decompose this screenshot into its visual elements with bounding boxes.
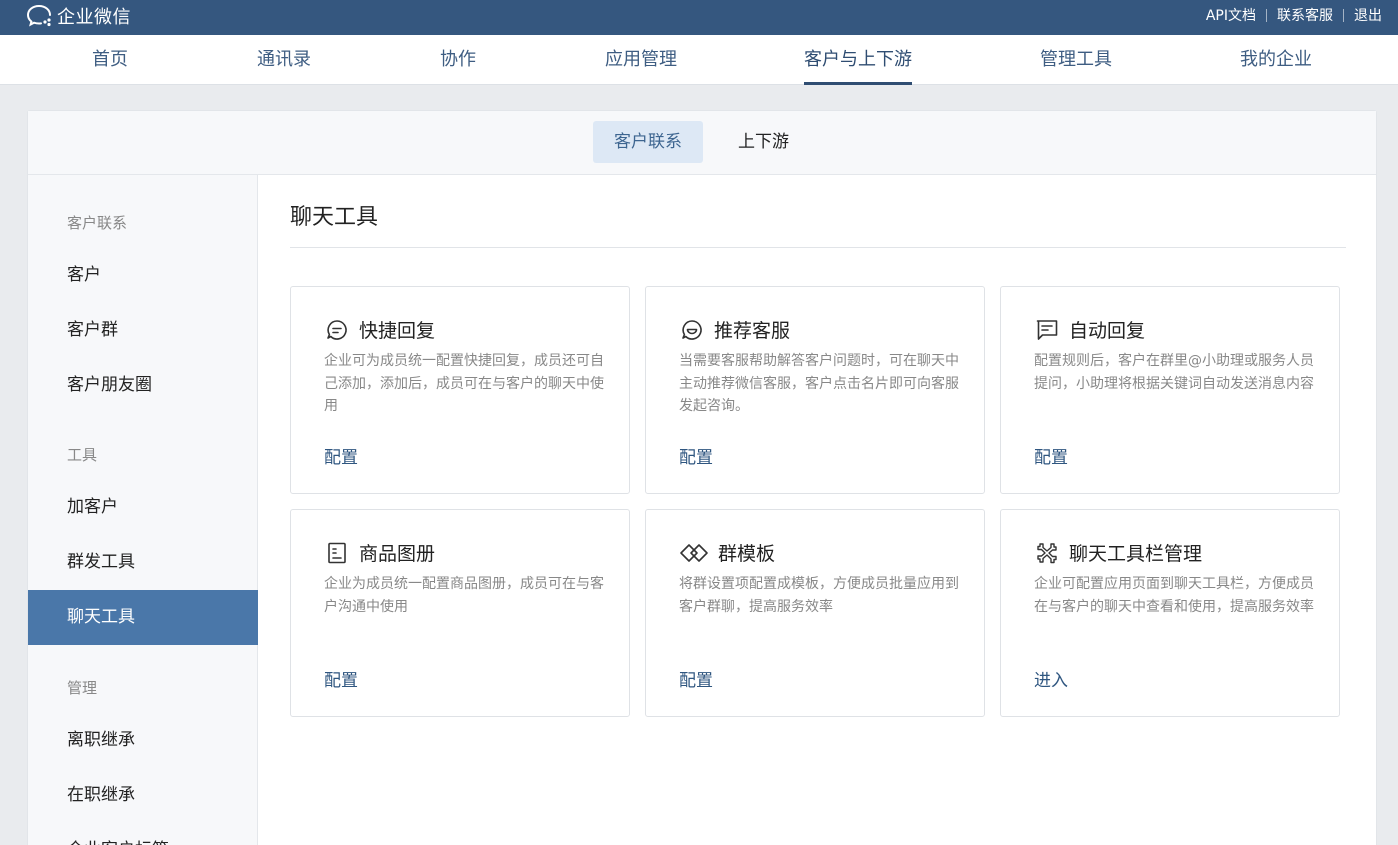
- diamond-pair-icon: [679, 540, 709, 566]
- wecom-logo-icon: [26, 3, 54, 29]
- tab-collaboration[interactable]: 协作: [440, 35, 476, 85]
- card-toolbar-management: 聊天工具栏管理 企业可配置应用页面到聊天工具栏，方便成员在与客户的聊天中查看和使…: [1000, 509, 1340, 717]
- card-title: 推荐客服: [714, 320, 791, 342]
- sidebar-group-management: 管理: [67, 679, 98, 697]
- card-description: 企业为成员统一配置商品图册，成员可在与客户沟通中使用: [324, 576, 604, 615]
- configure-button[interactable]: 配置: [324, 666, 358, 691]
- logout-link[interactable]: 退出: [1354, 5, 1382, 25]
- subtab-upstream-downstream[interactable]: 上下游: [717, 121, 810, 163]
- card-title: 快捷回复: [359, 320, 436, 342]
- chat-bubble-icon: [324, 317, 350, 343]
- card-description: 将群设置项配置成模板，方便成员批量应用到客户群聊，提高服务效率: [679, 576, 959, 615]
- divider: [1266, 8, 1267, 22]
- sidebar-item-moments[interactable]: 客户朋友圈: [28, 358, 258, 413]
- sidebar-group-tools: 工具: [67, 446, 98, 464]
- tab-app-management[interactable]: 应用管理: [605, 35, 677, 85]
- toolbar-manage-icon: [1034, 540, 1060, 566]
- page-title: 聊天工具: [290, 205, 379, 230]
- card-title: 聊天工具栏管理: [1069, 543, 1203, 565]
- smile-bubble-icon: [679, 317, 705, 343]
- card-description: 企业可为成员统一配置快捷回复，成员还可自己添加，添加后，成员可在与客户的聊天中使…: [324, 353, 604, 414]
- enter-button[interactable]: 进入: [1034, 666, 1068, 691]
- subtab-customer-contact[interactable]: 客户联系: [593, 121, 703, 163]
- card-description: 当需要客服帮助解答客户问题时，可在聊天中主动推荐微信客服，客户点击名片即可向客服…: [679, 353, 959, 414]
- sidebar-item-customer-tags[interactable]: 企业客户标签: [28, 823, 258, 845]
- tab-management-tools[interactable]: 管理工具: [1040, 35, 1112, 85]
- divider: [1343, 8, 1344, 22]
- customer-service-link[interactable]: 联系客服: [1277, 5, 1333, 25]
- card-product-catalog: 商品图册 企业为成员统一配置商品图册，成员可在与客户沟通中使用 配置: [290, 509, 630, 717]
- card-recommend-service: 推荐客服 当需要客服帮助解答客户问题时，可在聊天中主动推荐微信客服，客户点击名片…: [645, 286, 985, 494]
- card-quick-reply: 快捷回复 企业可为成员统一配置快捷回复，成员还可自己添加，添加后，成员可在与客户…: [290, 286, 630, 494]
- main-panel: 客户联系 上下游 客户联系 客户 客户群 客户朋友圈 工具 加客户 群发工具 聊…: [27, 110, 1377, 845]
- divider: [290, 247, 1346, 248]
- configure-button[interactable]: 配置: [679, 443, 713, 468]
- brand-logo[interactable]: 企业微信: [26, 3, 131, 29]
- sidebar-group-customer-contact: 客户联系: [67, 214, 128, 232]
- sidebar: 客户联系 客户 客户群 客户朋友圈 工具 加客户 群发工具 聊天工具 管理 离职…: [28, 175, 258, 845]
- sidebar-item-broadcast-tool[interactable]: 群发工具: [28, 535, 258, 590]
- card-description: 企业可配置应用页面到聊天工具栏，方便成员在与客户的聊天中查看和使用，提高服务效率: [1034, 576, 1314, 615]
- tab-contacts[interactable]: 通讯录: [257, 35, 311, 85]
- configure-button[interactable]: 配置: [324, 443, 358, 468]
- tab-home[interactable]: 首页: [92, 35, 128, 85]
- card-group-template: 群模板 将群设置项配置成模板，方便成员批量应用到客户群聊，提高服务效率 配置: [645, 509, 985, 717]
- sub-nav: 客户联系 上下游: [28, 111, 1376, 175]
- card-title: 商品图册: [359, 543, 436, 565]
- configure-button[interactable]: 配置: [1034, 443, 1068, 468]
- card-description: 配置规则后，客户在群里@小助理或服务人员提问，小助理将根据关键词自动发送消息内容: [1034, 353, 1314, 392]
- brand-name: 企业微信: [57, 7, 131, 28]
- card-title: 群模板: [718, 543, 776, 565]
- tab-customers-partners[interactable]: 客户与上下游: [804, 35, 912, 85]
- card-auto-reply: 自动回复 配置规则后，客户在群里@小助理或服务人员提问，小助理将根据关键词自动发…: [1000, 286, 1340, 494]
- message-lines-icon: [1034, 317, 1060, 343]
- sidebar-item-resigned-inheritance[interactable]: 离职继承: [28, 713, 258, 768]
- main-nav: 首页 通讯录 协作 应用管理 客户与上下游 管理工具 我的企业: [0, 35, 1398, 85]
- sidebar-item-chat-tools[interactable]: 聊天工具: [28, 590, 258, 645]
- top-links: API文档 联系客服 退出: [1206, 0, 1382, 30]
- sidebar-item-add-customer[interactable]: 加客户: [28, 480, 258, 535]
- api-docs-link[interactable]: API文档: [1206, 5, 1256, 25]
- top-bar: 企业微信 API文档 联系客服 退出: [0, 0, 1398, 35]
- catalog-icon: [324, 540, 350, 566]
- sidebar-item-customers[interactable]: 客户: [28, 248, 258, 303]
- sidebar-item-onjob-inheritance[interactable]: 在职继承: [28, 768, 258, 823]
- tab-my-company[interactable]: 我的企业: [1240, 35, 1312, 85]
- configure-button[interactable]: 配置: [679, 666, 713, 691]
- card-title: 自动回复: [1069, 320, 1146, 342]
- sidebar-item-customer-groups[interactable]: 客户群: [28, 303, 258, 358]
